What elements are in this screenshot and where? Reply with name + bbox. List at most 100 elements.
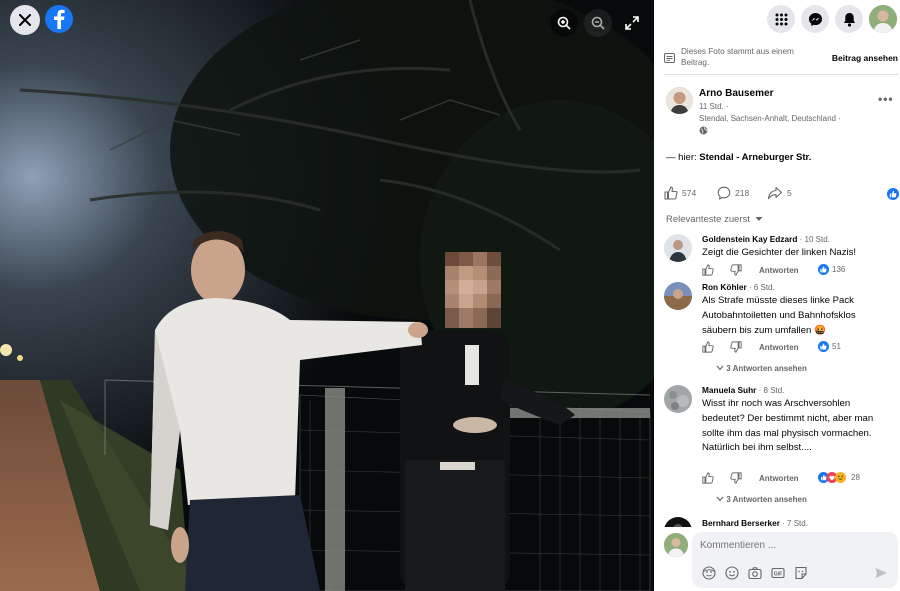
like-count: 574 [682,188,697,198]
facebook-logo[interactable] [45,5,73,33]
commenter-avatar[interactable] [664,517,692,527]
reply-button[interactable]: Antworten [759,474,799,483]
close-icon [19,14,31,26]
commenter-avatar-image [664,282,692,310]
grid-menu-icon [775,13,787,25]
comment-text: Zeigt die Gesichter der linken Nazis! [702,247,857,258]
comment-count: 218 [735,188,750,198]
reply-button[interactable]: Antworten [759,343,799,352]
reaction-count: 28 [851,473,860,482]
commenter-name[interactable]: Bernhard Berserker [702,518,780,527]
comment-input[interactable] [700,540,880,551]
reaction-count: 51 [832,342,841,351]
globe-icon [699,126,708,135]
composer-avatar-image [664,533,688,557]
zoom-out-button[interactable] [584,9,612,37]
commenter-avatar[interactable] [664,385,692,413]
camera-icon[interactable] [748,566,762,580]
zoom-out-icon [591,16,605,30]
share-button[interactable]: 5 [767,186,792,200]
like-reaction-icon [818,341,829,352]
reaction-icons [818,472,846,483]
zoom-in-icon [557,16,571,30]
thumbs-up-icon [889,190,897,198]
commenter-name[interactable]: Manuela Suhr [702,385,756,395]
commenter-avatar[interactable] [664,234,692,262]
view-replies-link[interactable]: 3 Antworten ansehen [716,495,807,504]
view-replies-label: 3 Antworten ansehen [726,495,807,504]
like-icon[interactable] [702,341,714,353]
post-timestamp[interactable]: 11 Std. · [699,102,729,111]
avatar-sticker-icon[interactable] [702,566,716,580]
comment-composer: GIF [654,527,900,591]
post-options-button[interactable]: ••• [878,92,894,106]
share-count: 5 [787,188,792,198]
svg-text:GIF: GIF [774,571,782,577]
like-icon[interactable] [702,264,714,276]
post-location[interactable]: Stendal, Sachsen-Anhalt, Deutschland · [699,114,841,123]
author-avatar-image [666,87,693,114]
comment-box: GIF [692,532,898,588]
like-icon[interactable] [702,472,714,484]
comment-text: Wisst ihr noch was Arschversohlen bedeut… [702,398,874,454]
comment-button[interactable]: 218 [717,186,749,200]
post-side-panel: Dieses Foto stammt aus einem Beitrag. Be… [654,0,900,591]
close-button[interactable] [10,5,40,35]
author-name[interactable]: Arno Bausemer [699,88,773,99]
expand-icon [625,16,639,30]
messenger-icon [808,12,822,26]
account-avatar-button[interactable] [869,5,897,33]
reaction-summary[interactable]: 51 [818,341,841,352]
comment-icon [717,186,731,200]
post-place: Stendal - Arneburger Str. [699,152,812,163]
reaction-summary[interactable]: 136 [818,264,845,275]
comment-item: Manuela Suhr · 8 Std. Wisst ihr noch was… [664,385,900,505]
comment-item: Goldenstein Kay Edzard · 10 Std. Zeigt d… [664,234,900,284]
like-reaction-badge[interactable] [887,188,899,200]
photo-origin-notice: Dieses Foto stammt aus einem Beitrag. Be… [664,46,900,76]
zoom-in-button[interactable] [550,9,578,37]
menu-button[interactable] [767,5,795,33]
view-post-link[interactable]: Beitrag ansehen [832,53,898,63]
notifications-button[interactable] [835,5,863,33]
comment-time[interactable]: · 6 Std. [747,283,775,292]
post-icon [664,53,675,63]
commenter-name[interactable]: Goldenstein Kay Edzard [702,234,797,244]
post-photo [0,0,654,591]
comment-sort-dropdown[interactable]: Relevanteste zuerst [666,214,763,225]
comment-text: Als Strafe müsste dieses linke Pack Auto… [702,295,856,336]
reply-button[interactable]: Antworten [759,266,799,275]
divider [664,74,898,75]
reply-arrow-icon [716,496,724,502]
like-icon [664,186,678,200]
dislike-icon[interactable] [730,341,742,353]
bell-icon [843,12,855,27]
send-icon[interactable] [874,566,888,580]
author-avatar[interactable] [666,87,693,114]
comment-item: Ron Köhler · 6 Std. Als Strafe müsste di… [664,282,900,374]
reaction-summary[interactable]: 28 [818,472,860,483]
view-replies-label: 3 Antworten ansehen [726,364,807,373]
composer-avatar [664,533,688,557]
like-button[interactable]: 574 [664,186,696,200]
profile-avatar-image [869,5,897,33]
sticker-icon[interactable] [794,566,808,580]
comment-time[interactable]: · 8 Std. [756,386,785,395]
notice-text: Dieses Foto stammt aus einem Beitrag. [681,47,794,67]
commenter-avatar[interactable] [664,282,692,310]
comment-time[interactable]: · 10 Std. [797,235,830,244]
commenter-avatar-image [664,234,692,262]
gif-icon[interactable]: GIF [771,566,785,580]
view-replies-link[interactable]: 3 Antworten ansehen [716,364,807,373]
emoji-icon[interactable] [725,566,739,580]
dislike-icon[interactable] [730,264,742,276]
chevron-down-icon [755,217,763,221]
messenger-button[interactable] [801,5,829,33]
post-text: — hier: Stendal - Arneburger Str. [666,152,811,163]
fullscreen-button[interactable] [618,9,646,37]
dislike-icon[interactable] [730,472,742,484]
reaction-count: 136 [832,265,846,274]
comment-time[interactable]: · 7 Std. [780,519,808,527]
like-reaction-icon [818,264,829,275]
commenter-name[interactable]: Ron Köhler [702,282,747,292]
